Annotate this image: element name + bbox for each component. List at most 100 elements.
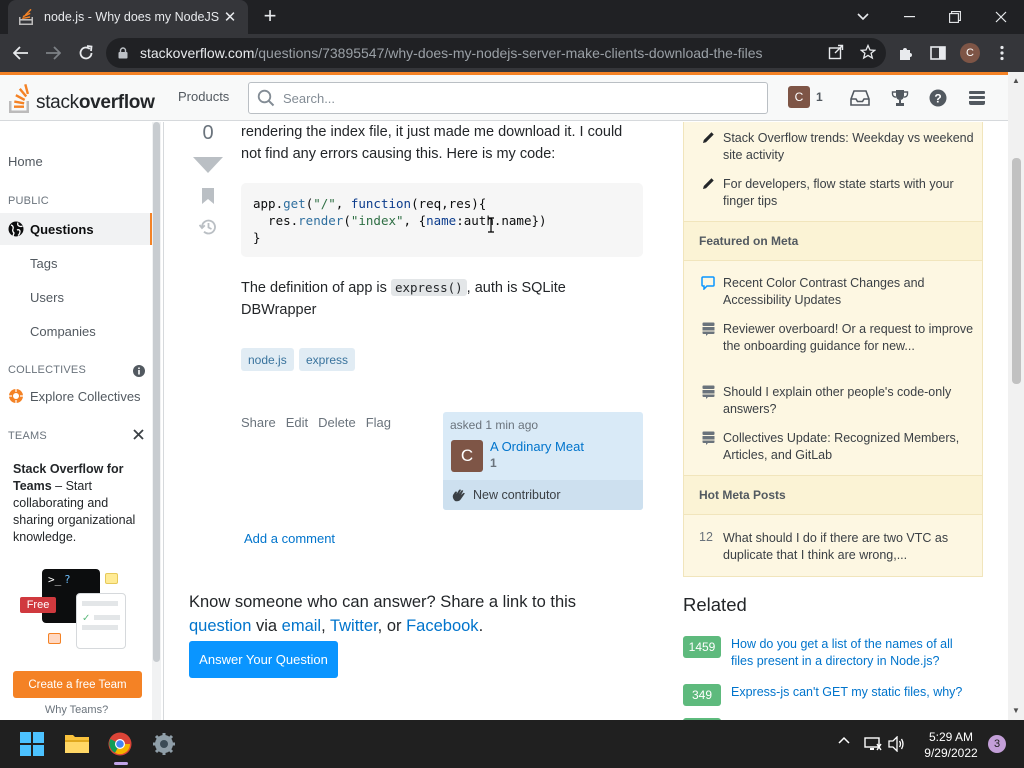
meta-item[interactable]: Reviewer overboard! Or a request to impr… (702, 321, 974, 355)
nav-explore-collectives[interactable]: Explore Collectives (0, 388, 153, 404)
text-cursor-icon (487, 217, 495, 233)
forward-button[interactable] (40, 40, 66, 66)
reputation-count: 1 (816, 90, 823, 104)
back-button[interactable] (8, 40, 34, 66)
facebook-link[interactable]: Facebook (406, 617, 478, 635)
blog-item[interactable]: For developers, flow state starts with y… (702, 176, 974, 210)
related-link[interactable]: Express-js can't GET my static files, wh… (731, 684, 976, 706)
related-score: 1459 (683, 636, 721, 658)
answer-your-question-button[interactable]: Answer Your Question (189, 641, 338, 678)
user-profile-link[interactable]: C 1 (788, 86, 823, 108)
volume-icon[interactable] (888, 736, 906, 752)
question-body-line2: not find any errors causing this. Here i… (241, 146, 556, 162)
close-tab-icon[interactable]: ✕ (222, 8, 238, 26)
close-teams-icon[interactable] (133, 429, 144, 440)
extensions-puzzle-icon[interactable] (893, 40, 919, 66)
close-window-button[interactable] (978, 0, 1024, 34)
nav-teams-heading: TEAMS (8, 430, 47, 442)
related-link[interactable]: How do you get a list of the names of al… (731, 636, 976, 670)
edit-link[interactable]: Edit (286, 415, 308, 430)
email-link[interactable]: email (282, 617, 321, 635)
chrome-icon[interactable] (104, 728, 136, 765)
tag-nodejs[interactable]: node.js (241, 348, 294, 371)
related-item[interactable]: 1459 How do you get a list of the names … (683, 636, 983, 670)
page-scrollbar[interactable]: ▲ ▼ (1008, 72, 1024, 720)
related-item[interactable]: 349 Express-js can't GET my static files… (683, 684, 983, 706)
system-clock[interactable]: 5:29 AM 9/29/2022 (916, 729, 986, 761)
restore-button[interactable] (932, 0, 978, 34)
nav-tags[interactable]: Tags (30, 256, 57, 271)
author-avatar[interactable]: C (451, 440, 483, 472)
bookmark-star-icon[interactable] (859, 43, 877, 63)
scroll-up-arrow-icon[interactable]: ▲ (1012, 76, 1020, 85)
windows-taskbar: 5:29 AM 9/29/2022 3 (0, 720, 1024, 768)
products-link[interactable]: Products (168, 89, 239, 104)
related-heading: Related (683, 594, 747, 615)
profile-avatar[interactable]: C (957, 40, 983, 66)
collectives-info-icon[interactable] (133, 365, 145, 377)
history-icon[interactable] (199, 218, 217, 236)
search-input[interactable]: Search... (248, 82, 768, 114)
flag-link[interactable]: Flag (366, 415, 391, 430)
share-link[interactable]: Share (241, 415, 276, 430)
nav-companies[interactable]: Companies (30, 324, 96, 339)
downvote-icon[interactable] (192, 156, 224, 174)
meta-item[interactable]: Collectives Update: Recognized Members, … (702, 430, 974, 464)
browser-menu-icon[interactable] (989, 40, 1015, 66)
new-tab-button[interactable]: + (258, 5, 282, 29)
delete-link[interactable]: Delete (318, 415, 356, 430)
share-icon[interactable] (828, 44, 844, 63)
add-comment-link[interactable]: Add a comment (244, 531, 335, 546)
tab-search-chevron-icon[interactable] (840, 0, 886, 34)
tag-express[interactable]: express (299, 348, 356, 371)
nav-questions[interactable]: Questions (0, 213, 153, 245)
achievements-trophy-icon[interactable] (889, 87, 911, 109)
url-host: stackoverflow.com (140, 45, 255, 61)
author-name-link[interactable]: A Ordinary Meat (490, 439, 584, 454)
search-icon (257, 89, 275, 107)
meta-item[interactable]: Recent Color Contrast Changes and Access… (701, 275, 974, 309)
scroll-down-arrow-icon[interactable]: ▼ (1012, 706, 1020, 715)
bookmark-icon[interactable] (202, 188, 214, 204)
reload-button[interactable] (73, 40, 99, 66)
logo-text-bold: overflow (78, 92, 155, 113)
show-hidden-icons-chevron-icon[interactable] (838, 736, 850, 744)
page-scroll-thumb[interactable] (1012, 158, 1021, 384)
teams-promo-text: Stack Overflow for Teams – Start collabo… (13, 461, 145, 546)
question-definition: The definition of app is express(), auth… (241, 279, 566, 296)
logo-text-light: stack (36, 92, 79, 113)
browser-tab-bar: node.js - Why does my NodeJS S ✕ + (0, 0, 1024, 34)
url-path: /questions/73895547/why-does-my-nodejs-s… (254, 45, 763, 61)
why-teams-link[interactable]: Why Teams? (0, 704, 153, 716)
free-badge: Free (20, 597, 56, 613)
file-explorer-icon[interactable] (61, 728, 93, 760)
inbox-icon[interactable] (849, 87, 871, 109)
avatar: C (788, 86, 810, 108)
nav-users[interactable]: Users (30, 290, 64, 305)
featured-on-meta-heading: Featured on Meta (684, 221, 982, 261)
browser-tab[interactable]: node.js - Why does my NodeJS S ✕ (8, 0, 248, 34)
hot-meta-item[interactable]: What should I do if there are two VTC as… (704, 530, 974, 564)
stackoverflow-logo[interactable]: stackoverflow (8, 82, 155, 114)
question-link[interactable]: question (189, 617, 251, 635)
share-prompt: Know someone who can answer? Share a lin… (189, 593, 577, 635)
meta-item[interactable]: Should I explain other people's code-onl… (702, 384, 974, 418)
twitter-link[interactable]: Twitter (330, 617, 378, 635)
network-icon[interactable] (864, 736, 882, 752)
sidebar-scroll-thumb[interactable] (153, 122, 160, 662)
blog-item[interactable]: Stack Overflow trends: Weekday vs weeken… (702, 130, 974, 164)
author-reputation: 1 (490, 456, 497, 470)
browser-toolbar: stackoverflow.com/questions/73895547/why… (0, 34, 1024, 72)
side-panel-icon[interactable] (925, 40, 951, 66)
minimize-button[interactable] (886, 0, 932, 34)
notification-badge[interactable]: 3 (988, 735, 1006, 753)
nav-home[interactable]: Home (0, 154, 153, 169)
help-icon[interactable]: ? (927, 87, 949, 109)
address-bar[interactable]: stackoverflow.com/questions/73895547/why… (106, 38, 886, 68)
stack-exchange-icon (700, 385, 716, 399)
site-switcher-icon[interactable] (966, 87, 988, 109)
new-contributor-badge[interactable]: New contributor (443, 480, 643, 510)
settings-gear-icon[interactable] (148, 728, 180, 760)
start-windows-icon[interactable] (16, 728, 48, 760)
create-team-button[interactable]: Create a free Team (13, 671, 142, 698)
